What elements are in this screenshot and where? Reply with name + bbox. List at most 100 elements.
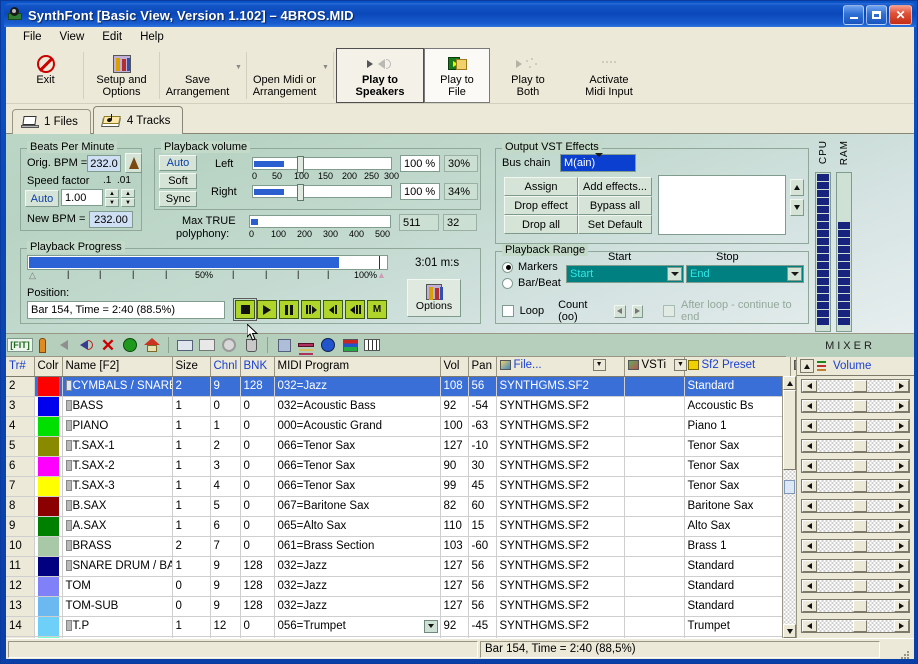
cell-volume[interactable]: 127	[440, 556, 469, 577]
cell-channel[interactable]: 2	[210, 436, 241, 457]
cell-pan[interactable]: 30	[468, 456, 497, 477]
transport-marker-button[interactable]: M	[367, 300, 387, 319]
cell-preset[interactable]: Trumpet	[684, 616, 791, 637]
loop-count-down-button[interactable]	[614, 304, 626, 318]
tab-tracks[interactable]: 4 Tracks	[92, 106, 184, 134]
cell-track-number[interactable]: 14	[6, 616, 35, 637]
volume-icon[interactable]	[76, 336, 96, 355]
cell-midi-program[interactable]: 032=Jazz	[274, 556, 441, 577]
color-swatch[interactable]	[37, 516, 59, 535]
bar-beat-radio[interactable]	[502, 277, 513, 289]
cell-track-color[interactable]	[34, 616, 63, 637]
delete-red-x-icon[interactable]: ✕	[98, 336, 118, 355]
cell-track-name[interactable]: BRASS	[62, 536, 173, 557]
table-row[interactable]: 5 T.SAX-1 1 2 0 066=Tenor Sax 127 -10 SYNTHGMS.S…	[6, 436, 796, 457]
cell-bank[interactable]: 128	[240, 596, 275, 617]
cell-pan[interactable]: -45	[468, 616, 497, 637]
mixer-decrease-button[interactable]	[802, 620, 817, 632]
cell-midi-program[interactable]: 066=Tenor Sax	[274, 456, 441, 477]
cell-channel[interactable]: 9	[210, 596, 241, 617]
cell-midi-program[interactable]: 057=Trombone	[274, 636, 441, 638]
cell-channel[interactable]: 6	[210, 516, 241, 537]
cell-preset[interactable]: Standard	[684, 576, 791, 597]
cell-track-name[interactable]: PIANO	[62, 416, 173, 437]
speed-step2-up-button[interactable]: ▲	[121, 189, 135, 198]
copy-icon[interactable]	[274, 336, 294, 355]
cell-pan[interactable]: 56	[468, 596, 497, 617]
polyphony-slider[interactable]	[249, 215, 391, 228]
cell-size[interactable]: 1	[172, 416, 211, 437]
cell-track-name[interactable]: TROMBONE	[62, 636, 173, 638]
cell-preset[interactable]: Accoustic Bs	[684, 396, 791, 417]
table-row[interactable]: 10 BRASS 2 7 0 061=Brass Section 103 -60 SYNTHGM…	[6, 536, 796, 557]
mixer-volume-slider[interactable]	[801, 519, 910, 533]
drag-handle-icon[interactable]	[65, 560, 72, 571]
cell-file[interactable]: SYNTHGMS.SF2	[496, 636, 625, 638]
mixer-slider-thumb[interactable]	[853, 380, 868, 392]
cell-file[interactable]: SYNTHGMS.SF2	[496, 496, 625, 517]
grid-icon[interactable]	[197, 336, 217, 355]
color-swatch[interactable]	[37, 476, 59, 495]
color-swatch[interactable]	[37, 596, 59, 615]
cell-track-name[interactable]: T.P	[62, 616, 173, 637]
cell-vsti[interactable]	[624, 616, 685, 637]
cell-volume[interactable]: 103	[440, 536, 469, 557]
mixer-slider-thumb[interactable]	[853, 480, 868, 492]
color-swatch[interactable]	[37, 636, 59, 638]
mixer-increase-button[interactable]	[894, 540, 909, 552]
barbeat-radio-row[interactable]: Bar/Beat	[502, 277, 561, 289]
mixer-slider-thumb[interactable]	[853, 440, 868, 452]
envelope-icon[interactable]	[175, 336, 195, 355]
cell-bank[interactable]: 0	[240, 516, 275, 537]
mixer-volume-slider[interactable]	[801, 539, 910, 553]
cell-track-number[interactable]: 4	[6, 416, 35, 437]
cell-track-name[interactable]: SNARE DRUM / BAS	[62, 556, 173, 577]
col-header-size[interactable]: Size	[172, 357, 211, 377]
toolbar-play-to-both-button[interactable]: Play to Both	[490, 48, 566, 103]
volume-sync-button[interactable]: Sync	[159, 191, 197, 207]
drag-handle-icon[interactable]	[65, 420, 72, 431]
cell-bank[interactable]: 0	[240, 496, 275, 517]
mixer-increase-button[interactable]	[894, 420, 909, 432]
cell-pan[interactable]: 56	[468, 556, 497, 577]
range-stop-dropdown-icon[interactable]	[787, 267, 802, 281]
cell-file[interactable]: SYNTHGMS.SF2	[496, 596, 625, 617]
cell-track-number[interactable]: 10	[6, 536, 35, 557]
cell-preset[interactable]: Trombone	[684, 636, 791, 638]
cell-track-color[interactable]	[34, 416, 63, 437]
col-header-file[interactable]: File... ▼	[496, 357, 625, 377]
drag-handle-icon[interactable]	[65, 540, 72, 551]
cell-track-color[interactable]	[34, 596, 63, 617]
mixer-increase-button[interactable]	[894, 580, 909, 592]
cell-track-number[interactable]: 3	[6, 396, 35, 417]
color-swatch[interactable]	[37, 616, 59, 635]
cell-vsti[interactable]	[624, 436, 685, 457]
cell-channel[interactable]: 3	[210, 456, 241, 477]
grid-vertical-scrollbar[interactable]	[782, 376, 796, 638]
loop-checkbox[interactable]	[502, 305, 514, 317]
mixer-collapse-button[interactable]	[800, 359, 814, 373]
cell-vsti[interactable]	[624, 396, 685, 417]
cell-size[interactable]: 1	[172, 396, 211, 417]
cell-track-color[interactable]	[34, 396, 63, 417]
cell-track-color[interactable]	[34, 536, 63, 557]
maximize-button[interactable]	[866, 5, 887, 25]
cell-size[interactable]: 1	[172, 476, 211, 497]
home-icon[interactable]	[142, 336, 162, 355]
cell-channel[interactable]: 0	[210, 396, 241, 417]
cell-track-color[interactable]	[34, 376, 63, 397]
cell-size[interactable]: 0	[172, 596, 211, 617]
cell-midi-program[interactable]: 032=Acoustic Bass	[274, 396, 441, 417]
cell-channel[interactable]: 12	[210, 616, 241, 637]
col-header-name[interactable]: Name [F2]	[62, 357, 173, 377]
disc-icon[interactable]	[219, 336, 239, 355]
cell-pan[interactable]: -10	[468, 436, 497, 457]
speed-step1-up-button[interactable]: ▲	[105, 189, 119, 198]
mixer-slider-thumb[interactable]	[853, 460, 868, 472]
cell-bank[interactable]: 128	[240, 556, 275, 577]
cell-bank[interactable]: 0	[240, 396, 275, 417]
cell-size[interactable]: 1	[172, 456, 211, 477]
cell-size[interactable]: 1	[172, 636, 211, 638]
markers-radio[interactable]	[502, 261, 513, 273]
cell-midi-program[interactable]: 065=Alto Sax	[274, 516, 441, 537]
